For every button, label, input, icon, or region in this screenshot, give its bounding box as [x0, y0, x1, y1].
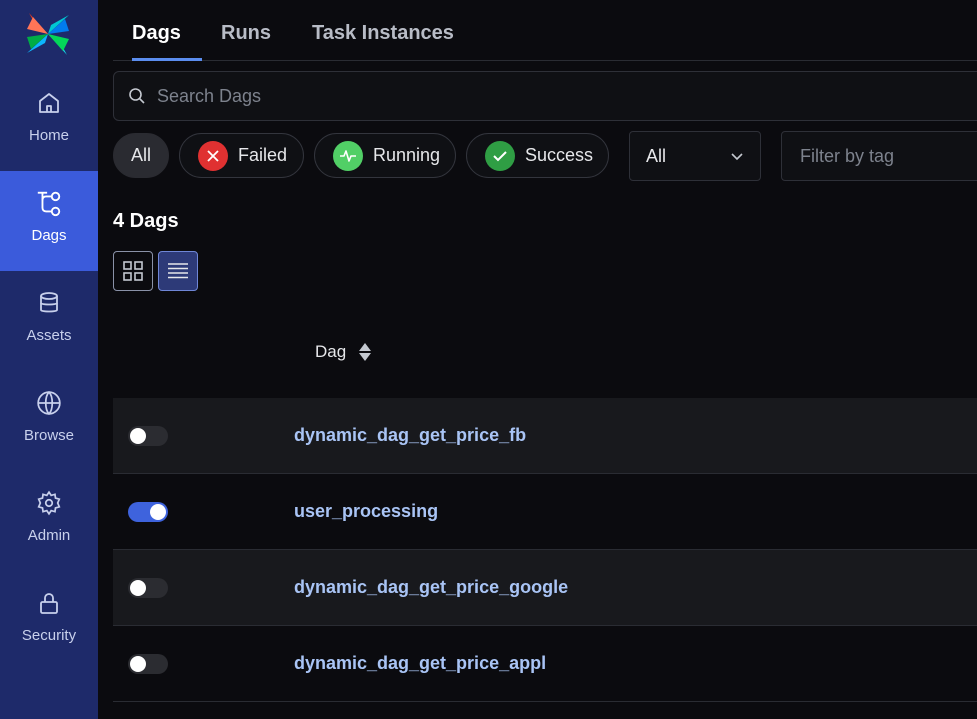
- running-icon: [333, 140, 363, 171]
- dag-column-header[interactable]: Dag: [315, 342, 372, 362]
- sidebar-item-security[interactable]: Security: [0, 571, 98, 671]
- dag-count: 4 Dags: [113, 210, 179, 232]
- lock-icon: [35, 589, 63, 617]
- filter-failed-label: Failed: [238, 145, 288, 165]
- search-icon: [129, 88, 145, 104]
- filter-all-button[interactable]: All: [113, 133, 169, 178]
- tag-filter-placeholder: Filter by tag: [800, 146, 895, 166]
- table-row: dynamic_dag_get_price_fb: [113, 398, 977, 474]
- tab-dags[interactable]: Dags: [132, 22, 181, 45]
- sidebar-item-admin[interactable]: Admin: [0, 471, 98, 571]
- dag-link[interactable]: dynamic_dag_get_price_appl: [294, 653, 546, 674]
- main-content: Dags Runs Task Instances Search Dags All…: [98, 0, 977, 719]
- toggle-knob: [150, 504, 166, 520]
- filter-success-button[interactable]: Success: [466, 133, 609, 178]
- dag-column-label: Dag: [315, 342, 347, 361]
- globe-icon: [35, 389, 63, 417]
- dag-link[interactable]: dynamic_dag_get_price_fb: [294, 425, 526, 446]
- filter-failed-button[interactable]: Failed: [179, 133, 304, 178]
- gear-icon: [35, 489, 63, 517]
- table-view-button[interactable]: [158, 251, 198, 291]
- toggle-knob: [130, 656, 146, 672]
- table-row: user_processing: [113, 474, 977, 550]
- card-view-button[interactable]: [113, 251, 153, 291]
- sidebar-item-label: Security: [21, 627, 77, 644]
- sidebar-item-dags[interactable]: Dags: [0, 171, 98, 271]
- airflow-logo[interactable]: [25, 11, 71, 57]
- sidebar-item-label: Home: [28, 127, 69, 144]
- active-tab-indicator: [132, 58, 202, 61]
- tag-filter-input[interactable]: Filter by tag: [781, 131, 977, 181]
- tab-task-instances[interactable]: Task Instances: [312, 22, 454, 45]
- sidebar-item-browse[interactable]: Browse: [0, 371, 98, 471]
- home-icon: [35, 89, 63, 117]
- dag-pause-toggle[interactable]: [128, 426, 168, 446]
- dag-pause-toggle[interactable]: [128, 654, 168, 674]
- toggle-knob: [130, 428, 146, 444]
- list-icon: [168, 263, 188, 279]
- sort-icon: [359, 343, 372, 361]
- filter-running-label: Running: [373, 145, 441, 165]
- table-row: dynamic_dag_get_price_google: [113, 550, 977, 626]
- table-row: dynamic_dag_get_price_appl: [113, 626, 977, 702]
- toggle-knob: [130, 580, 146, 596]
- chevron-down-icon: [731, 153, 743, 161]
- tab-bar: Dags Runs Task Instances: [113, 0, 977, 61]
- tab-runs[interactable]: Runs: [221, 22, 271, 45]
- grid-icon: [123, 261, 143, 281]
- sidebar-item-label: Browse: [23, 427, 75, 444]
- sidebar: Home Dags Assets Browse Admin Security: [0, 0, 98, 719]
- sidebar-item-home[interactable]: Home: [0, 71, 98, 171]
- dag-link[interactable]: user_processing: [294, 501, 438, 522]
- dropdown-value: All: [646, 146, 667, 166]
- sidebar-item-assets[interactable]: Assets: [0, 271, 98, 371]
- dag-pause-toggle[interactable]: [128, 578, 168, 598]
- state-dropdown[interactable]: All: [629, 131, 761, 181]
- dags-icon: [35, 189, 63, 217]
- check-icon: [485, 140, 515, 171]
- database-icon: [35, 289, 63, 317]
- dag-link[interactable]: dynamic_dag_get_price_google: [294, 577, 568, 598]
- sidebar-item-label: Dags: [31, 227, 67, 244]
- sidebar-item-label: Assets: [26, 327, 72, 344]
- sidebar-item-label: Admin: [27, 527, 71, 544]
- filter-success-label: Success: [525, 145, 594, 165]
- search-input[interactable]: Search Dags: [113, 71, 977, 121]
- search-placeholder: Search Dags: [157, 86, 262, 106]
- filter-all-label: All: [130, 145, 151, 165]
- dag-pause-toggle[interactable]: [128, 502, 168, 522]
- failed-icon: [198, 140, 228, 171]
- filter-running-button[interactable]: Running: [314, 133, 456, 178]
